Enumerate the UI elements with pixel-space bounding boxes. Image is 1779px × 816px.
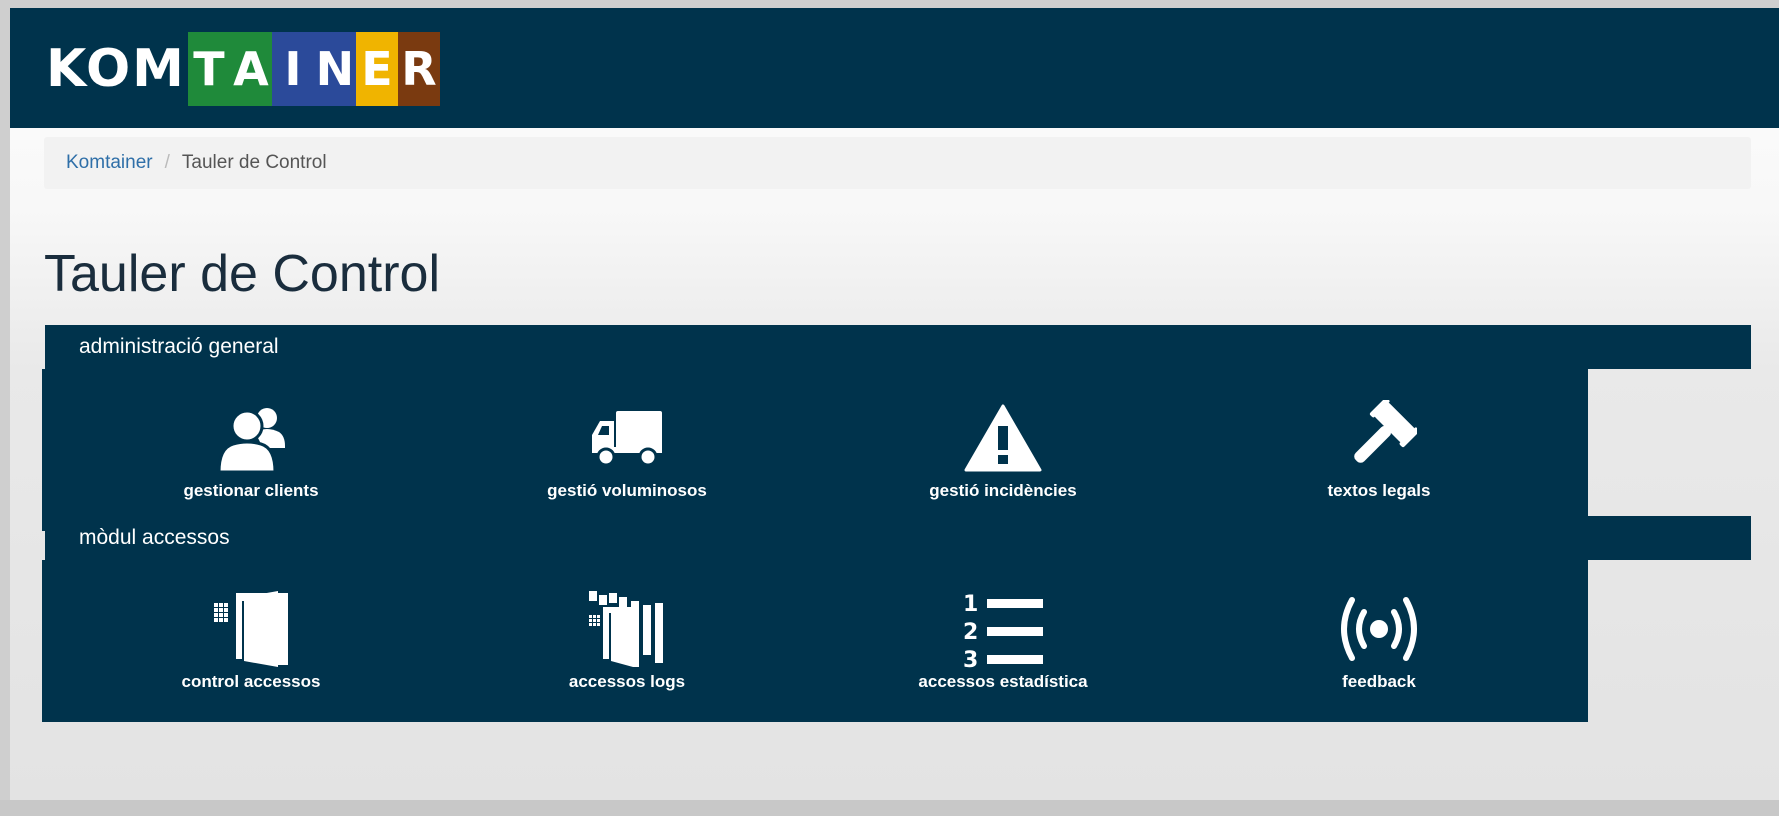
logo-letter: R — [397, 32, 440, 106]
section-header-administracio: administració general — [45, 325, 1751, 369]
top-navbar: KOM T A I N E R — [10, 8, 1779, 128]
tile-accessos-estadistica[interactable]: 1 2 3 accessos estadística — [794, 560, 1212, 722]
breadcrumb-separator: / — [164, 152, 170, 173]
svg-text:1: 1 — [963, 592, 978, 617]
tile-label: accessos logs — [568, 672, 686, 691]
door-logs-icon — [572, 586, 682, 672]
broadcast-icon — [1324, 586, 1434, 672]
tile-gestionar-clients[interactable]: gestionar clients — [42, 369, 460, 531]
logo-letter: E — [355, 32, 398, 106]
breadcrumb: Komtainer / Tauler de Control — [44, 137, 1751, 189]
tile-label: gestió voluminosos — [547, 481, 707, 500]
bottom-edge — [0, 800, 1779, 816]
tile-label: gestió incidències — [929, 481, 1077, 500]
door-keypad-icon — [196, 586, 306, 672]
users-icon — [196, 395, 306, 481]
komtainer-logo[interactable]: KOM T A I N E R — [46, 32, 440, 106]
logo-letter: N — [313, 32, 356, 106]
tile-label: gestionar clients — [183, 481, 319, 500]
tile-feedback[interactable]: feedback — [1170, 560, 1588, 722]
truck-icon — [572, 395, 682, 481]
ordered-list-icon: 1 2 3 — [948, 586, 1058, 672]
logo-text: KOM — [46, 39, 186, 99]
tile-gestio-incidencies[interactable]: gestió incidències — [794, 369, 1212, 531]
tile-control-accessos[interactable]: control accessos — [42, 560, 460, 722]
breadcrumb-current: Tauler de Control — [181, 152, 327, 173]
breadcrumb-home-link[interactable]: Komtainer — [66, 152, 153, 174]
logo-colored-letters: T A I N E R — [187, 32, 440, 106]
page-title: Tauler de Control — [44, 245, 440, 303]
logo-letter: T — [187, 32, 230, 106]
svg-text:3: 3 — [963, 648, 978, 669]
svg-text:2: 2 — [963, 620, 978, 645]
tile-gestio-voluminosos[interactable]: gestió voluminosos — [418, 369, 836, 531]
tile-label: feedback — [1342, 672, 1416, 691]
warning-icon — [948, 395, 1058, 481]
tile-textos-legals[interactable]: textos legals — [1170, 369, 1588, 531]
app-frame: KOM T A I N E R Komtainer / Tauler de Co… — [10, 8, 1779, 800]
gavel-icon — [1324, 395, 1434, 481]
tile-label: control accessos — [181, 672, 321, 691]
tile-accessos-logs[interactable]: accessos logs — [418, 560, 836, 722]
logo-letter: I — [271, 32, 314, 106]
tile-label: textos legals — [1327, 481, 1431, 500]
logo-letter: A — [229, 32, 272, 106]
tile-label: accessos estadística — [918, 672, 1088, 691]
section-header-modul-accessos: mòdul accessos — [45, 516, 1751, 560]
